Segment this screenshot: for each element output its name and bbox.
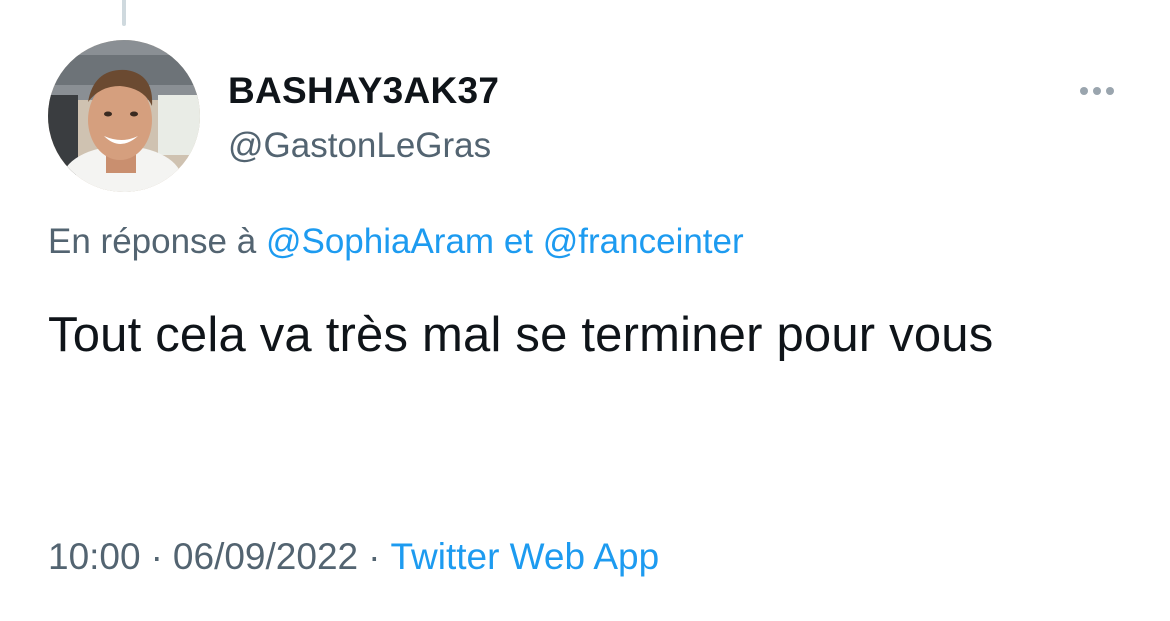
reply-context-prefix: En réponse à <box>48 222 257 261</box>
tweet-text: Tout cela va très mal se terminer pour v… <box>48 308 994 362</box>
profile-photo <box>48 40 200 192</box>
mention-link-sophiaaram[interactable]: @SophiaAram <box>266 222 494 261</box>
avatar[interactable] <box>48 40 200 192</box>
tweet-date[interactable]: 06/09/2022 <box>173 536 358 577</box>
author-display-name[interactable]: BASHAY3AK37 <box>228 70 499 112</box>
tweet-metadata: 10:00 · 06/09/2022 · Twitter Web App <box>48 536 659 578</box>
mention-link-franceinter[interactable]: @franceinter <box>543 222 744 261</box>
more-horizontal-icon-dot <box>1093 87 1101 95</box>
reply-context-conjunction: et <box>503 222 534 261</box>
more-horizontal-icon <box>1080 87 1088 95</box>
tweet-time[interactable]: 10:00 <box>48 536 141 577</box>
more-horizontal-icon-dot <box>1106 87 1114 95</box>
reply-context: En réponse à @SophiaAram et @franceinter <box>48 222 744 262</box>
tweet-source-link[interactable]: Twitter Web App <box>390 536 659 577</box>
author-handle[interactable]: @GastonLeGras <box>228 126 491 166</box>
meta-separator: · <box>150 536 163 577</box>
thread-connector-line <box>122 0 126 26</box>
more-options-button[interactable] <box>1068 72 1126 110</box>
meta-separator: · <box>368 536 381 577</box>
